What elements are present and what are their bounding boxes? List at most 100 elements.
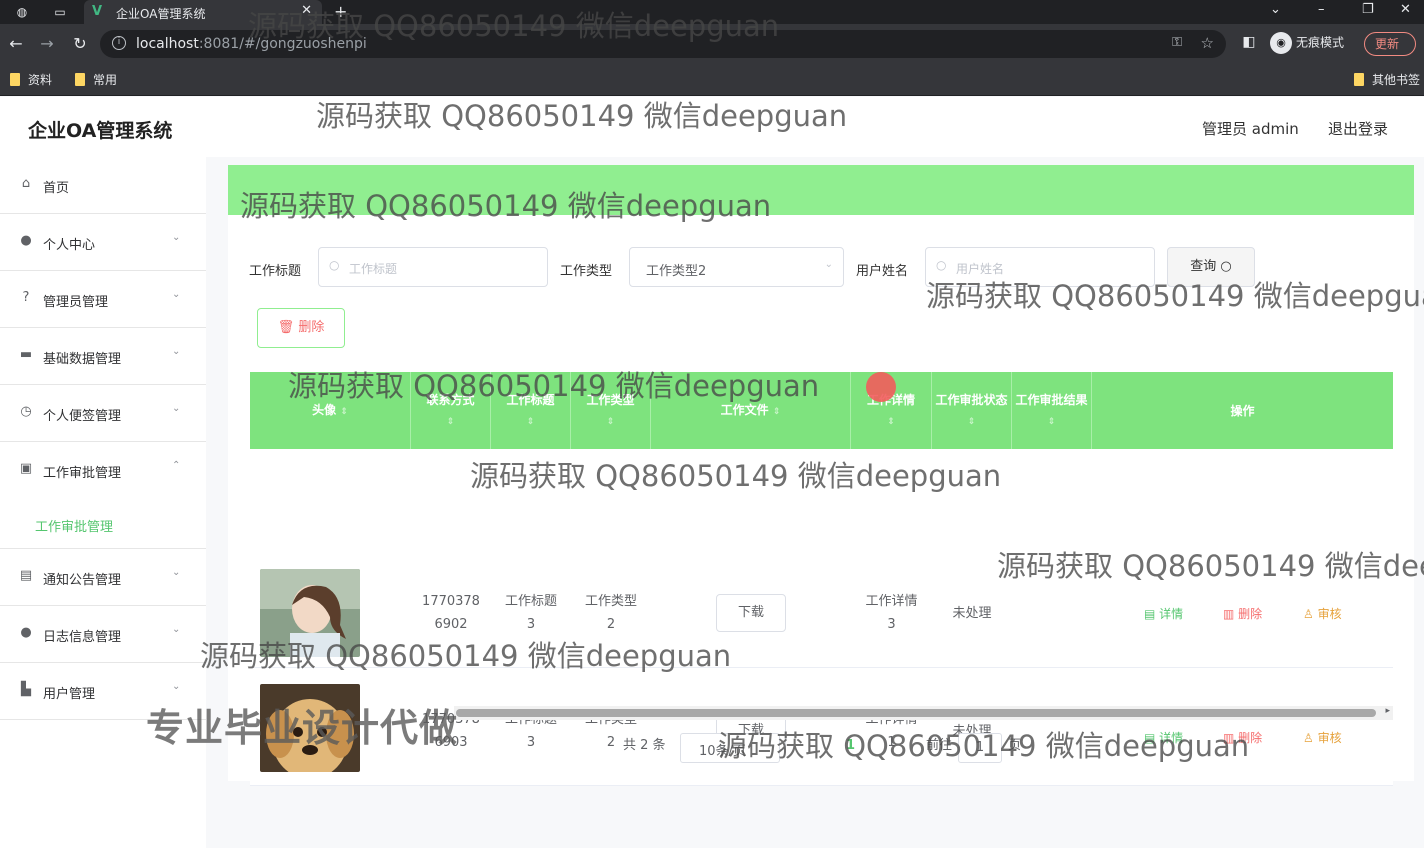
folder-icon	[75, 73, 85, 86]
table-horizontal-scrollbar[interactable]: ▸	[454, 706, 1393, 720]
sidebar-item-label: 用户管理	[43, 687, 96, 702]
delete-action[interactable]: ▥ 删除	[1223, 605, 1262, 622]
chevron-down-icon: ⌄	[172, 232, 181, 243]
sort-icon[interactable]: ⇕	[607, 411, 615, 433]
user-search-input[interactable]: ○ 用户姓名	[925, 247, 1155, 287]
restore-icon[interactable]: ❐	[1362, 2, 1374, 17]
sidebar-panel-icon[interactable]: ◧	[1240, 34, 1258, 50]
bookmark-folder[interactable]: 常用	[75, 71, 117, 88]
ticket-icon: ▤	[19, 568, 33, 583]
bookmarks-bar: 资料 常用 其他书签	[0, 64, 1424, 96]
folder-icon	[10, 73, 20, 86]
title-search-input[interactable]: ○ 工作标题	[318, 247, 548, 287]
column-header[interactable]: 工作审批状态 ⇕	[932, 372, 1012, 449]
close-tab-icon[interactable]: ✕	[301, 3, 312, 18]
incognito-indicator[interactable]: ◉ 无痕模式	[1270, 32, 1344, 54]
sidebar-item-notice[interactable]: ▤ 通知公告管理 ⌄	[0, 549, 206, 606]
sidebar-item-base-data[interactable]: ▬ 基础数据管理 ⌄	[0, 328, 206, 385]
goto-page-input[interactable]: 1	[958, 733, 1002, 763]
current-user: 管理员 admin	[1202, 120, 1299, 138]
sort-icon[interactable]: ⇕	[527, 411, 535, 433]
title-filter-label: 工作标题	[249, 264, 302, 279]
detail-action[interactable]: ▤ 详情	[1144, 605, 1183, 622]
column-header[interactable]: 头像 ⇕	[250, 372, 411, 449]
trash-icon: ▥	[1223, 607, 1235, 621]
app-header: 企业OA管理系统 管理员 admin 退出登录	[0, 97, 1424, 157]
query-button[interactable]: 查询 ○	[1167, 247, 1255, 287]
site-info-icon[interactable]: i	[112, 36, 126, 50]
browser-toolbar: ← → ↻ i localhost:8081/#/gongzuoshenpi ⚿…	[0, 24, 1424, 64]
app-brand: 企业OA管理系统	[28, 120, 173, 142]
sort-icon[interactable]: ⇕	[887, 411, 895, 433]
tab-search-icon[interactable]: ▭	[52, 4, 68, 20]
address-bar[interactable]: i localhost:8081/#/gongzuoshenpi ⚿ ☆	[100, 30, 1226, 58]
type-cell: 工作类型2	[585, 712, 637, 750]
bookmark-star-icon[interactable]: ☆	[1201, 34, 1214, 52]
audit-action[interactable]: ♙ 审核	[1303, 729, 1342, 746]
chevron-down-icon: ⌄	[172, 624, 181, 635]
column-header[interactable]: 工作标题 ⇕	[491, 372, 571, 449]
audit-action[interactable]: ♙ 审核	[1303, 605, 1342, 622]
key-icon[interactable]: ⚿	[1172, 35, 1182, 50]
scrollbar-thumb[interactable]	[456, 709, 1376, 717]
chevron-down-icon: ⌄	[172, 567, 181, 578]
sidebar-item-personal-center[interactable]: ● 个人中心 ⌄	[0, 214, 206, 271]
user-filter-label: 用户姓名	[856, 264, 909, 279]
sidebar-item-label: 工作审批管理	[43, 466, 122, 481]
sidebar-item-label: 首页	[43, 181, 70, 196]
sort-icon[interactable]: ⇕	[773, 407, 781, 417]
file-cell: 下载	[651, 558, 851, 668]
minimize-icon[interactable]: –	[1318, 2, 1325, 17]
column-header[interactable]: 工作类型 ⇕	[571, 372, 651, 449]
sidebar-item-label: 个人便签管理	[43, 409, 122, 424]
title-search-placeholder: 工作标题	[349, 262, 398, 276]
goto-suffix: 页	[1008, 738, 1022, 753]
page-size-select[interactable]: 10条/页	[680, 733, 780, 763]
phone-cell: 1770378 6902	[422, 594, 480, 632]
scroll-right-icon[interactable]: ▸	[1385, 706, 1390, 716]
sidebar-item-label: 通知公告管理	[43, 573, 122, 588]
type-select[interactable]: 工作类型2 ⌄	[629, 247, 844, 287]
download-button[interactable]: 下载	[716, 594, 786, 632]
sort-icon[interactable]: ⇕	[1048, 411, 1056, 433]
column-header[interactable]: 联系方式 ⇕	[411, 372, 491, 449]
user-search-placeholder: 用户姓名	[956, 262, 1005, 276]
status-cell: 未处理	[952, 605, 992, 621]
other-bookmarks[interactable]: 其他书签	[1354, 71, 1420, 88]
forward-icon[interactable]: →	[38, 34, 56, 53]
title-cell: 工作标题3	[505, 712, 557, 750]
type-select-value: 工作类型2	[646, 264, 707, 279]
column-header[interactable]: 工作文件 ⇕	[651, 372, 851, 449]
sidebar-subitem-approval[interactable]: 工作审批管理	[0, 499, 206, 549]
browser-tab[interactable]: V 企业OA管理系统 ✕	[84, 0, 322, 24]
detail-cell: 工作详情 3	[865, 594, 918, 632]
batch-delete-button[interactable]: 🗑 删除	[257, 308, 345, 348]
column-header[interactable]: 工作审批结果 ⇕	[1012, 372, 1092, 449]
new-tab-icon[interactable]: +	[334, 2, 347, 21]
sidebar-item-admin[interactable]: ? 管理员管理 ⌄	[0, 271, 206, 328]
logout-link[interactable]: 退出登录	[1328, 118, 1388, 139]
tab-list-icon[interactable]: ⌄	[1270, 2, 1281, 17]
sidebar-item-notes[interactable]: ◷ 个人便签管理 ⌄	[0, 385, 206, 442]
search-icon: ○	[1220, 259, 1232, 274]
status-cell: 未处理	[952, 723, 992, 739]
bookmark-folder[interactable]: 资料	[10, 71, 52, 88]
sidebar-item-label: 日志信息管理	[43, 630, 122, 645]
sidebar-item-log[interactable]: ● 日志信息管理 ⌄	[0, 606, 206, 663]
sidebar-item-approval[interactable]: ▣ 工作审批管理 ⌃	[0, 442, 206, 499]
reload-icon[interactable]: ↻	[71, 34, 89, 53]
sort-icon[interactable]: ⇕	[968, 411, 976, 433]
delete-action[interactable]: ▥ 删除	[1223, 729, 1262, 746]
browser-profile-icon[interactable]: ◍	[14, 4, 30, 20]
update-button[interactable]: 更新	[1364, 32, 1416, 56]
sidebar-item-home[interactable]: ⌂ 首页	[0, 157, 206, 214]
thumb-icon: ♙	[1303, 731, 1314, 745]
sort-icon[interactable]: ⇕	[447, 411, 455, 433]
page-number-current[interactable]: 1	[846, 738, 855, 753]
detail-action[interactable]: ▤ 详情	[1144, 729, 1183, 746]
back-icon[interactable]: ←	[7, 34, 25, 53]
close-window-icon[interactable]: ✕	[1400, 2, 1411, 17]
sort-icon[interactable]: ⇕	[340, 407, 348, 417]
url-text[interactable]: localhost:8081/#/gongzuoshenpi	[136, 36, 367, 52]
sidebar-subitem-label: 工作审批管理	[35, 520, 114, 535]
